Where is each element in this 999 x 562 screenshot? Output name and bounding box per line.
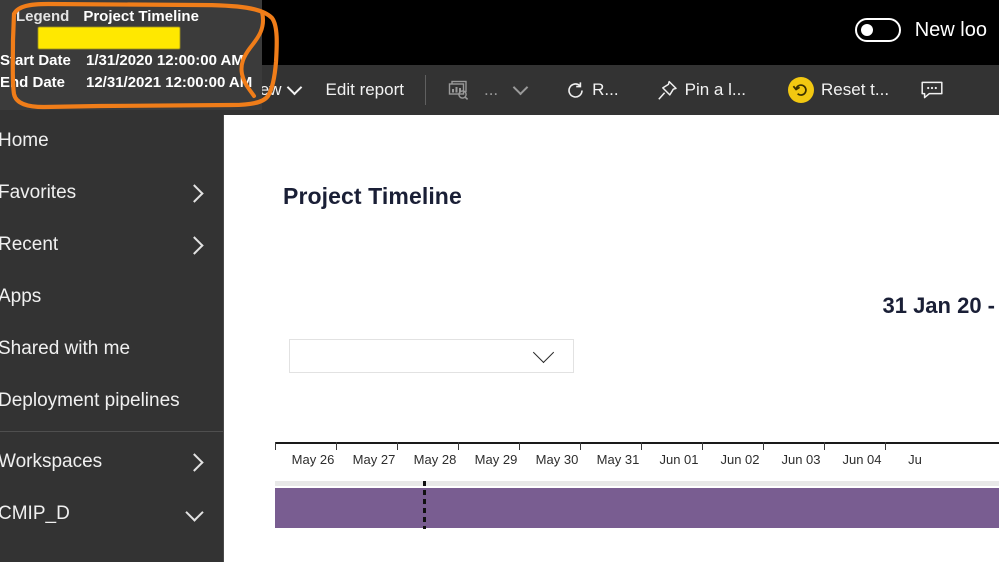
pin-label: Pin a l... — [684, 80, 747, 99]
axis-tick — [275, 442, 276, 450]
date-range-label: 31 Jan 20 - — [882, 293, 995, 318]
new-look-label: New loo — [914, 18, 987, 41]
chevron-right-icon — [185, 183, 204, 203]
axis-tick-label: Jun 01 — [659, 452, 699, 467]
tooltip-row-key: Start Date — [0, 52, 71, 69]
axis-tick-label: May 31 — [596, 452, 640, 467]
tooltip-row-value: 1/31/2020 12:00:00 AM — [86, 52, 244, 69]
sidebar-item-label: Home — [0, 130, 49, 151]
sidebar-item-label: Shared with me — [0, 338, 131, 359]
report-canvas: Project Timeline 31 Jan 20 - May 26 May … — [225, 115, 999, 562]
sidebar-item-label: Apps — [0, 286, 42, 307]
left-navigation-sidebar: Home Favorites Recent Apps Shared with m… — [0, 115, 224, 562]
axis-tick-label: May 28 — [413, 452, 457, 467]
axis-tick-label: May 30 — [535, 452, 579, 467]
tooltip-row-end-date: End Date 12/31/2021 12:00:00 AM — [0, 74, 253, 91]
chevron-down-icon[interactable] — [512, 79, 529, 96]
axis-line — [275, 442, 999, 444]
axis-tick-label: Ju — [908, 452, 922, 467]
chevron-down-icon — [185, 502, 204, 522]
edit-report-label: Edit report — [325, 80, 404, 99]
gantt-track — [275, 481, 999, 486]
gantt-bar-project-timeline[interactable] — [275, 488, 999, 528]
sidebar-item-recent[interactable]: Recent — [0, 219, 223, 271]
axis-tick — [763, 442, 764, 450]
tooltip-legend-label: Legend — [16, 8, 70, 25]
axis-tick — [336, 442, 337, 450]
reset-label: Reset t... — [821, 80, 890, 99]
chevron-right-icon — [185, 235, 204, 255]
toolbar-pin-button[interactable]: Pin a l... — [644, 65, 759, 115]
axis-tick-label: Jun 03 — [781, 452, 821, 467]
axis-tick — [397, 442, 398, 450]
visual-tooltip-card: Legend Project Timeline Start Date 1/31/… — [0, 0, 262, 110]
toggle-switch-icon[interactable] — [854, 18, 901, 42]
sidebar-item-label: Workspaces — [0, 451, 103, 472]
axis-tick — [580, 442, 581, 450]
tooltip-row-key: End Date — [0, 74, 66, 91]
refresh-icon — [566, 81, 585, 100]
tooltip-header: Legend Project Timeline — [0, 0, 262, 25]
axis-tick — [885, 442, 886, 450]
reset-undo-icon — [788, 77, 815, 103]
sidebar-item-shared-with-me[interactable]: Shared with me — [0, 323, 223, 375]
tooltip-title-label: Project Timeline — [83, 8, 199, 25]
sidebar-item-deployment-pipelines[interactable]: Deployment pipelines — [0, 375, 223, 427]
sidebar-item-favorites[interactable]: Favorites — [0, 167, 223, 219]
refresh-label: R... — [592, 80, 619, 99]
toolbar-comment-button[interactable] — [908, 65, 956, 115]
axis-tick — [519, 442, 520, 450]
toolbar-reset-button[interactable]: Reset t... — [775, 65, 902, 115]
redacted-highlight — [38, 27, 180, 49]
tooltip-row-value: 12/31/2021 12:00:00 AM — [86, 74, 253, 91]
sidebar-item-home[interactable]: Home — [0, 115, 223, 167]
sidebar-divider — [0, 431, 223, 432]
toolbar-refresh-button[interactable]: R... — [553, 65, 631, 115]
chevron-down-icon — [286, 79, 302, 96]
toolbar-edit-report-button[interactable]: Edit report — [313, 65, 417, 115]
axis-tick — [458, 442, 459, 450]
power-bi-report-screen: CMIP_Dev New loo View Edit report — [0, 0, 999, 562]
chevron-right-icon — [185, 452, 204, 472]
sidebar-item-label: CMIP_D — [0, 503, 70, 524]
timeline-axis: May 26 May 27 May 28 May 29 May 30 May 3… — [275, 442, 999, 474]
axis-tick — [702, 442, 703, 450]
toggle-knob — [860, 24, 873, 36]
axis-tick-label: May 29 — [474, 452, 518, 467]
axis-tick-label: May 26 — [291, 452, 335, 467]
axis-tick — [641, 442, 642, 450]
toolbar-divider — [424, 75, 426, 105]
sidebar-item-label: Deployment pipelines — [0, 390, 180, 411]
new-look-control[interactable]: New loo — [854, 18, 987, 42]
comment-icon — [921, 81, 943, 100]
axis-tick-label: May 27 — [352, 452, 396, 467]
gantt-chart-area — [275, 481, 999, 562]
axis-tick-label: Jun 04 — [842, 452, 882, 467]
sidebar-item-label: Recent — [0, 234, 59, 255]
sidebar-item-label: Favorites — [0, 182, 77, 203]
chevron-down-icon[interactable] — [532, 341, 555, 364]
today-marker-line — [423, 481, 426, 529]
sidebar-item-cmip-dev[interactable]: CMIP_D — [0, 488, 223, 540]
axis-tick — [824, 442, 825, 450]
explore-chart-icon — [447, 80, 469, 100]
axis-tick-label: Jun 02 — [720, 452, 760, 467]
tooltip-row-start-date: Start Date 1/31/2020 12:00:00 AM — [0, 52, 244, 69]
page-title: Project Timeline — [283, 183, 462, 209]
slicer-dropdown[interactable] — [289, 339, 574, 373]
toolbar-overflow-label: ... — [483, 80, 499, 99]
toolbar-explore-button[interactable]: ... — [434, 65, 539, 115]
sidebar-item-workspaces[interactable]: Workspaces — [0, 436, 223, 488]
pin-icon — [657, 80, 678, 101]
sidebar-item-apps[interactable]: Apps — [0, 271, 223, 323]
